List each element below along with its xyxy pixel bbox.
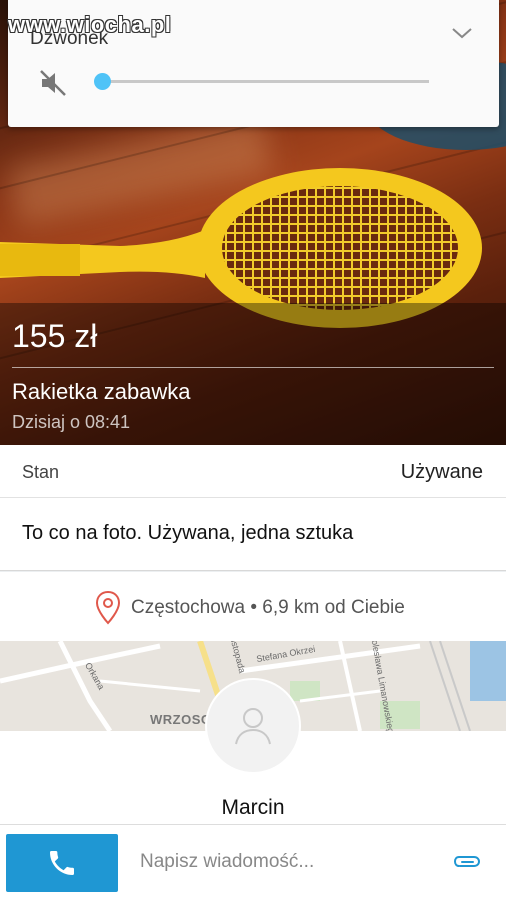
user-icon — [235, 708, 271, 745]
description-text: To co na foto. Używana, jedna sztuka — [22, 522, 354, 544]
listing-title: Rakietka zabawka — [12, 379, 191, 404]
condition-row: Stan Używane — [0, 445, 506, 498]
message-input[interactable]: Napisz wiadomość... — [140, 851, 314, 873]
description-row: To co na foto. Używana, jedna sztuka — [0, 498, 506, 571]
watermark: www.wiocha.pl — [8, 12, 172, 37]
price-divider — [12, 367, 494, 368]
condition-value: Używane — [400, 461, 483, 483]
paperclip-icon[interactable] — [452, 852, 482, 877]
price-label: 155 zł — [12, 318, 98, 354]
volume-slider-thumb[interactable] — [94, 73, 111, 90]
location-text: Częstochowa • 6,9 km od Ciebie — [131, 597, 405, 618]
volume-off-icon[interactable] — [38, 68, 68, 103]
condition-label: Stan — [22, 462, 60, 482]
seller-name: Marcin — [221, 796, 285, 819]
map-district-label: WRZOSO — [150, 712, 212, 727]
location-row[interactable]: Częstochowa • 6,9 km od Ciebie — [0, 572, 506, 641]
call-button[interactable] — [6, 834, 118, 892]
listing-date: Dzisiaj o 08:41 — [12, 412, 131, 432]
bottom-bar: Napisz wiadomość... — [0, 824, 506, 900]
location-pin-icon — [94, 590, 122, 631]
phone-icon — [50, 851, 74, 875]
avatar[interactable] — [207, 680, 299, 772]
volume-slider-track[interactable] — [103, 80, 429, 83]
chevron-down-icon[interactable] — [451, 26, 473, 45]
